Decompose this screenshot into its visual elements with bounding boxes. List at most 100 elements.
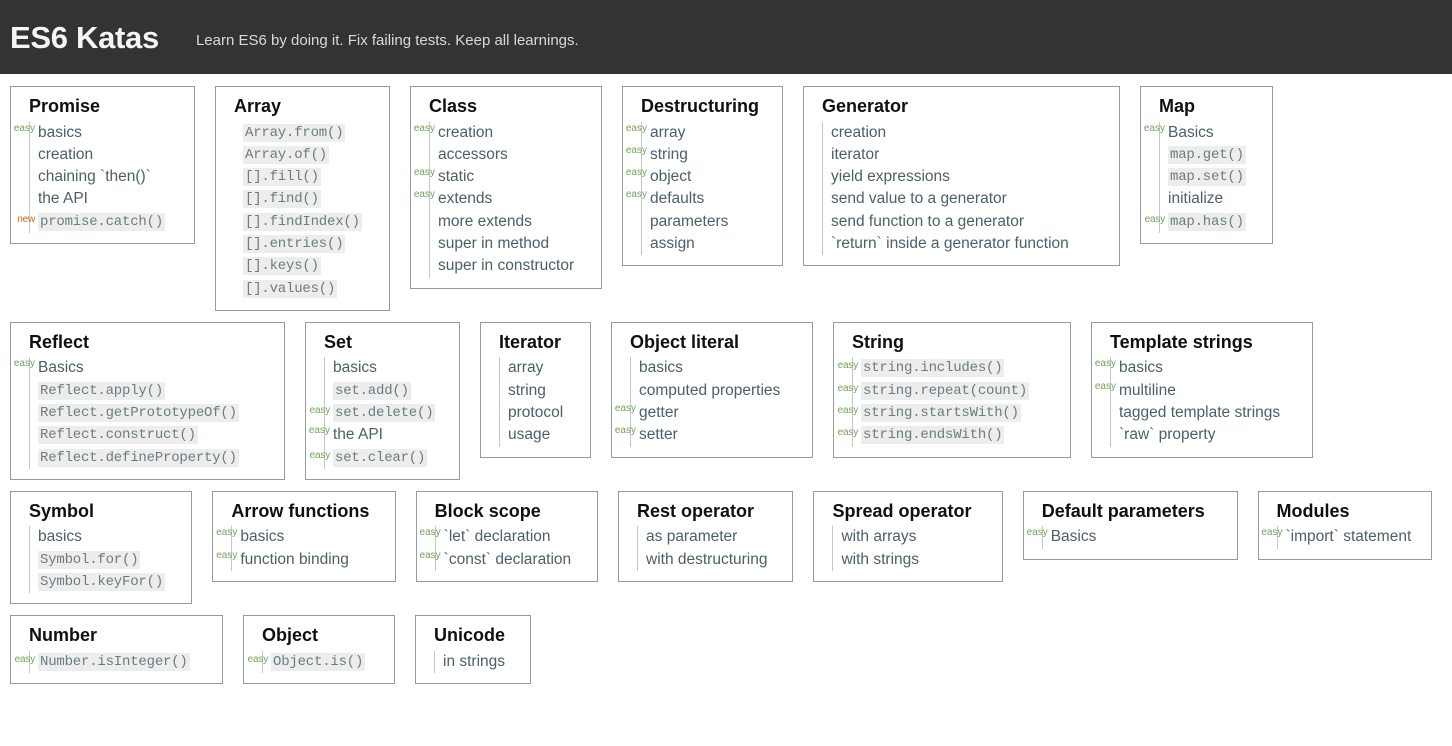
- kata-card[interactable]: Stringeasystring.includes()easystring.re…: [833, 322, 1071, 458]
- kata-list-item[interactable]: basics: [38, 526, 179, 548]
- kata-list-item[interactable]: easybasics: [1119, 357, 1300, 379]
- kata-list-item[interactable]: creation: [831, 122, 1107, 144]
- kata-list-item[interactable]: easymultiline: [1119, 380, 1300, 402]
- kata-list-item[interactable]: [].entries(): [243, 233, 377, 255]
- kata-list-item[interactable]: easy`let` declaration: [444, 526, 585, 548]
- kata-list-item[interactable]: Reflect.construct(): [38, 424, 272, 446]
- kata-list-item[interactable]: more extends: [438, 211, 589, 233]
- kata-list-item[interactable]: [].fill(): [243, 166, 377, 188]
- kata-list-item[interactable]: easystring.repeat(count): [861, 380, 1058, 402]
- kata-card[interactable]: Unicodein strings: [415, 615, 531, 684]
- kata-list-item[interactable]: easyobject: [650, 166, 770, 188]
- kata-list-item[interactable]: as parameter: [646, 526, 780, 548]
- kata-list-item[interactable]: parameters: [650, 211, 770, 233]
- kata-list-item[interactable]: assign: [650, 233, 770, 255]
- kata-list-item[interactable]: send function to a generator: [831, 211, 1107, 233]
- kata-list-item[interactable]: [].find(): [243, 188, 377, 210]
- kata-card[interactable]: Classeasycreationaccessorseasystaticeasy…: [410, 86, 602, 289]
- kata-list-item[interactable]: computed properties: [639, 380, 800, 402]
- kata-list-item[interactable]: with strings: [841, 549, 989, 571]
- kata-list-item[interactable]: [].keys(): [243, 255, 377, 277]
- kata-list-item[interactable]: initialize: [1168, 188, 1260, 210]
- kata-card[interactable]: Spread operatorwith arrayswith strings: [813, 491, 1002, 582]
- kata-list-item[interactable]: easyextends: [438, 188, 589, 210]
- kata-list-item[interactable]: `return` inside a generator function: [831, 233, 1107, 255]
- kata-list-item[interactable]: easyBasics: [1051, 526, 1225, 548]
- kata-list-item[interactable]: the API: [38, 188, 182, 210]
- kata-list-item[interactable]: chaining `then()`: [38, 166, 182, 188]
- kata-list-item[interactable]: easyfunction binding: [240, 549, 382, 571]
- kata-list-item[interactable]: Symbol.for(): [38, 549, 179, 571]
- kata-list-item[interactable]: Symbol.keyFor(): [38, 571, 179, 593]
- kata-list-item[interactable]: easybasics: [38, 122, 182, 144]
- kata-list-item[interactable]: basics: [639, 357, 800, 379]
- kata-list-item[interactable]: Reflect.getPrototypeOf(): [38, 402, 272, 424]
- kata-list-item[interactable]: [].values(): [243, 278, 377, 300]
- kata-list-item[interactable]: easy`import` statement: [1286, 526, 1419, 548]
- kata-list-item[interactable]: in strings: [443, 651, 518, 673]
- kata-card[interactable]: Destructuringeasyarrayeasystringeasyobje…: [622, 86, 783, 266]
- kata-list-item[interactable]: string: [508, 380, 578, 402]
- kata-list-item[interactable]: easythe API: [333, 424, 447, 446]
- kata-list-item[interactable]: with arrays: [841, 526, 989, 548]
- kata-list-item[interactable]: easyBasics: [38, 357, 272, 379]
- kata-list-item[interactable]: newpromise.catch(): [38, 211, 182, 233]
- kata-list-item[interactable]: easygetter: [639, 402, 800, 424]
- kata-list-item[interactable]: Array.of(): [243, 144, 377, 166]
- kata-card[interactable]: Template stringseasybasicseasymultilinet…: [1091, 322, 1313, 458]
- kata-list-item[interactable]: easyBasics: [1168, 122, 1260, 144]
- kata-list-item[interactable]: [].findIndex(): [243, 211, 377, 233]
- kata-card[interactable]: Iteratorarraystringprotocolusage: [480, 322, 591, 458]
- kata-list-item[interactable]: tagged template strings: [1119, 402, 1300, 424]
- kata-list-item[interactable]: easybasics: [240, 526, 382, 548]
- kata-list-item[interactable]: yield expressions: [831, 166, 1107, 188]
- kata-list-item[interactable]: `raw` property: [1119, 424, 1300, 446]
- kata-list-item[interactable]: easy`const` declaration: [444, 549, 585, 571]
- kata-card[interactable]: Promiseeasybasicscreationchaining `then(…: [10, 86, 195, 244]
- kata-card[interactable]: Object literalbasicscomputed propertiese…: [611, 322, 813, 458]
- kata-list-item[interactable]: easydefaults: [650, 188, 770, 210]
- kata-card[interactable]: Generatorcreationiteratoryield expressio…: [803, 86, 1120, 266]
- kata-card[interactable]: ObjecteasyObject.is(): [243, 615, 395, 684]
- kata-list-item[interactable]: easystring.startsWith(): [861, 402, 1058, 424]
- kata-card[interactable]: NumbereasyNumber.isInteger(): [10, 615, 223, 684]
- kata-list-item[interactable]: protocol: [508, 402, 578, 424]
- kata-card[interactable]: Setbasicsset.add()easyset.delete()easyth…: [305, 322, 460, 480]
- kata-card[interactable]: SymbolbasicsSymbol.for()Symbol.keyFor(): [10, 491, 192, 604]
- kata-list-item[interactable]: basics: [333, 357, 447, 379]
- kata-list-item[interactable]: easyset.delete(): [333, 402, 447, 424]
- kata-card[interactable]: Rest operatoras parameterwith destructur…: [618, 491, 793, 582]
- kata-list-item[interactable]: Reflect.defineProperty(): [38, 447, 272, 469]
- kata-list-item[interactable]: easyObject.is(): [271, 651, 382, 673]
- kata-list-item[interactable]: usage: [508, 424, 578, 446]
- kata-list-item[interactable]: map.get(): [1168, 144, 1260, 166]
- kata-card[interactable]: ReflecteasyBasicsReflect.apply()Reflect.…: [10, 322, 285, 480]
- kata-list-item[interactable]: send value to a generator: [831, 188, 1107, 210]
- kata-list-item[interactable]: easystring.includes(): [861, 357, 1058, 379]
- kata-list-item[interactable]: easysetter: [639, 424, 800, 446]
- kata-list-item[interactable]: accessors: [438, 144, 589, 166]
- kata-list-item[interactable]: easystring.endsWith(): [861, 424, 1058, 446]
- kata-list-item[interactable]: map.set(): [1168, 166, 1260, 188]
- kata-list-item[interactable]: easyNumber.isInteger(): [38, 651, 210, 673]
- kata-list-item[interactable]: creation: [38, 144, 182, 166]
- kata-card[interactable]: MapeasyBasicsmap.get()map.set()initializ…: [1140, 86, 1273, 244]
- kata-list-item[interactable]: Array.from(): [243, 122, 377, 144]
- kata-list-item[interactable]: iterator: [831, 144, 1107, 166]
- kata-list-item[interactable]: set.add(): [333, 380, 447, 402]
- kata-list-item[interactable]: easystring: [650, 144, 770, 166]
- kata-list-item[interactable]: with destructuring: [646, 549, 780, 571]
- kata-list-item[interactable]: easystatic: [438, 166, 589, 188]
- kata-list-item[interactable]: array: [508, 357, 578, 379]
- kata-list-item[interactable]: easyarray: [650, 122, 770, 144]
- kata-card[interactable]: Default parameterseasyBasics: [1023, 491, 1238, 560]
- kata-list-item[interactable]: easycreation: [438, 122, 589, 144]
- kata-card[interactable]: ArrayArray.from()Array.of()[].fill()[].f…: [215, 86, 390, 311]
- kata-list-item[interactable]: easymap.has(): [1168, 211, 1260, 233]
- kata-list-item[interactable]: super in method: [438, 233, 589, 255]
- kata-list-item[interactable]: easyset.clear(): [333, 447, 447, 469]
- kata-card[interactable]: Arrow functionseasybasicseasyfunction bi…: [212, 491, 395, 582]
- kata-list-item[interactable]: Reflect.apply(): [38, 380, 272, 402]
- kata-card[interactable]: Moduleseasy`import` statement: [1258, 491, 1432, 560]
- kata-list-item[interactable]: super in constructor: [438, 255, 589, 277]
